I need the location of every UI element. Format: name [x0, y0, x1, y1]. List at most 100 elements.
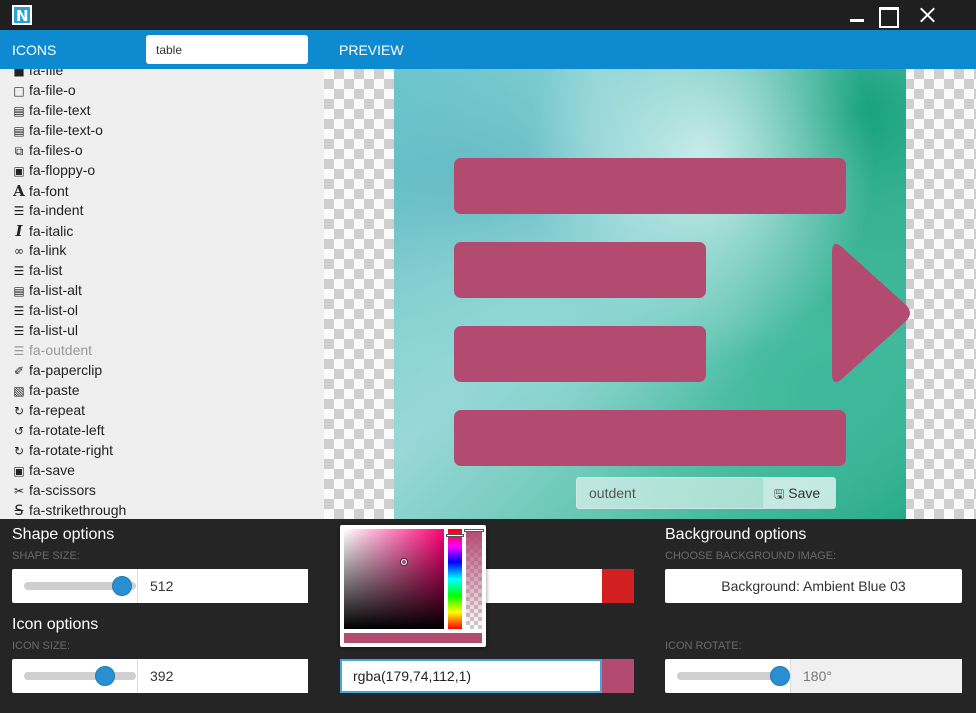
- rotate-left-icon: ↺: [13, 424, 25, 438]
- hue-slider-marker[interactable]: [446, 534, 464, 537]
- background-image: outdent 🖫 Save: [394, 69, 910, 519]
- icon-color-swatch[interactable]: [602, 659, 634, 693]
- maximize-button[interactable]: [876, 4, 899, 28]
- italic-icon: I: [15, 222, 23, 240]
- list-item[interactable]: ☰ fa-indent: [12, 202, 84, 222]
- icon-size-slider-knob[interactable]: [95, 666, 115, 686]
- shape-size-slider-knob[interactable]: [112, 576, 132, 596]
- list-item[interactable]: ▤ fa-file-text-o: [12, 122, 103, 142]
- list-item[interactable]: Afa-font: [12, 182, 69, 202]
- outdent-icon-bar-2: [454, 242, 706, 298]
- minimize-button[interactable]: [846, 4, 868, 26]
- list-item[interactable]: ▣ fa-save: [12, 462, 75, 482]
- list-item[interactable]: ▤ fa-file-text: [12, 102, 90, 122]
- paperclip-icon: ✐: [13, 364, 25, 378]
- list-item[interactable]: ↺ fa-rotate-left: [12, 422, 105, 442]
- list-item[interactable]: Ifa-italic: [12, 222, 73, 242]
- list-item[interactable]: ▤ fa-list-alt: [12, 282, 82, 302]
- icon-list-label: fa-list-ol: [29, 302, 79, 318]
- icon-list-label: fa-list-ul: [29, 322, 79, 338]
- list-item[interactable]: ▣ fa-floppy-o: [12, 162, 95, 182]
- icon-list-label: fa-outdent: [29, 342, 93, 358]
- icon-name-field[interactable]: outdent: [576, 477, 764, 509]
- list-ol-icon: ☰: [13, 304, 25, 318]
- paste-icon: ▧: [13, 384, 25, 398]
- list-item[interactable]: ☰ fa-list-ul: [12, 322, 78, 342]
- icon-list-label: fa-scissors: [29, 482, 96, 498]
- outdent-icon-bar-top: [454, 158, 846, 214]
- shape-color-input[interactable]: [485, 569, 602, 603]
- list-item[interactable]: ↻ fa-rotate-right: [12, 442, 113, 462]
- list-item[interactable]: □ fa-file-o: [12, 82, 76, 102]
- list-item[interactable]: ▧ fa-paste: [12, 382, 80, 402]
- icon-list-label: fa-file-text-o: [29, 122, 103, 138]
- scissors-icon: ✂: [13, 484, 25, 498]
- title-bar: N: [0, 0, 976, 30]
- shape-options-title: Shape options: [12, 526, 115, 543]
- shape-color-swatch[interactable]: [602, 569, 634, 603]
- icon-list-label: fa-save: [29, 462, 75, 478]
- link-icon: ∞: [14, 244, 24, 258]
- save-icon: ▣: [13, 464, 25, 478]
- list-ul-icon: ☰: [13, 324, 25, 338]
- icon-list-label: fa-paste: [29, 382, 80, 398]
- icon-rotate-slider-knob[interactable]: [770, 666, 790, 686]
- icon-list-label: fa-paperclip: [29, 362, 103, 378]
- file-icon: ■: [13, 69, 25, 78]
- icon-list-label: fa-strikethrough: [29, 502, 127, 518]
- icon-size-value[interactable]: 392: [137, 659, 308, 693]
- icon-list-label: fa-file-text: [29, 102, 91, 118]
- icons-section-label: ICONS: [12, 42, 57, 58]
- app-logo-icon: N: [12, 5, 32, 25]
- list-item[interactable]: ✐ fa-paperclip: [12, 362, 102, 382]
- preview-canvas: outdent 🖫 Save: [324, 69, 976, 519]
- icon-list-label: fa-file-o: [29, 82, 76, 98]
- floppy-icon: 🖫: [774, 487, 785, 501]
- hue-slider[interactable]: [448, 529, 462, 629]
- list-item[interactable]: ☰ fa-outdent: [12, 342, 92, 362]
- list-item[interactable]: ☰ fa-list: [12, 262, 63, 282]
- background-image-select[interactable]: Background: Ambient Blue 03: [665, 569, 962, 603]
- files-o-icon: ⧉: [14, 144, 24, 158]
- list-item[interactable]: ⧉ fa-files-o: [12, 142, 83, 162]
- color-picker-popup: [340, 525, 486, 647]
- icon-rotate-value[interactable]: 180°: [790, 659, 962, 693]
- floppy-o-icon: ▣: [13, 164, 25, 178]
- list-item[interactable]: Sfa-strikethrough: [12, 502, 127, 519]
- icon-color-input[interactable]: [340, 659, 602, 693]
- alpha-slider[interactable]: [466, 529, 482, 629]
- icon-list-label: fa-rotate-right: [29, 442, 114, 458]
- icon-list-label: fa-floppy-o: [29, 162, 96, 178]
- icon-list-label: fa-list: [29, 262, 63, 278]
- list-item[interactable]: ■ fa-file: [12, 69, 63, 82]
- header-bar: ICONS PREVIEW: [0, 30, 976, 69]
- color-preview-strip: [344, 633, 482, 643]
- icon-search-input[interactable]: [146, 35, 308, 64]
- icon-rotate-label: ICON ROTATE:: [665, 640, 742, 652]
- background-image-label: CHOOSE BACKGROUND IMAGE:: [665, 550, 837, 562]
- alpha-slider-marker[interactable]: [464, 529, 484, 532]
- file-text-o-icon: ▤: [13, 124, 25, 138]
- close-button[interactable]: [916, 4, 938, 26]
- shape-size-value[interactable]: 512: [137, 569, 308, 603]
- icon-list[interactable]: ■ fa-file □ fa-file-o ▤ fa-file-text ▤ fa-file-…: [0, 69, 324, 519]
- strikethrough-icon: S: [14, 503, 24, 519]
- file-text-icon: ▤: [13, 104, 25, 118]
- file-o-icon: □: [13, 84, 25, 98]
- icon-size-track[interactable]: [24, 672, 136, 680]
- color-cursor[interactable]: [401, 559, 407, 565]
- icon-rotate-control: 180°: [665, 659, 962, 693]
- list-icon: ☰: [13, 264, 25, 278]
- list-item[interactable]: ✂ fa-scissors: [12, 482, 96, 502]
- list-item[interactable]: ↻ fa-repeat: [12, 402, 85, 422]
- shape-size-control: 512: [12, 569, 308, 603]
- saturation-value-area[interactable]: [344, 529, 444, 629]
- background-options-title: Background options: [665, 526, 807, 543]
- icon-size-control: 392: [12, 659, 308, 693]
- list-item[interactable]: ∞ fa-link: [12, 242, 66, 262]
- list-item[interactable]: ☰ fa-list-ol: [12, 302, 78, 322]
- save-button[interactable]: 🖫 Save: [763, 477, 836, 509]
- icon-list-label: fa-indent: [29, 202, 84, 218]
- outdent-icon: ☰: [13, 344, 25, 358]
- outdent-icon-bar-3: [454, 326, 706, 382]
